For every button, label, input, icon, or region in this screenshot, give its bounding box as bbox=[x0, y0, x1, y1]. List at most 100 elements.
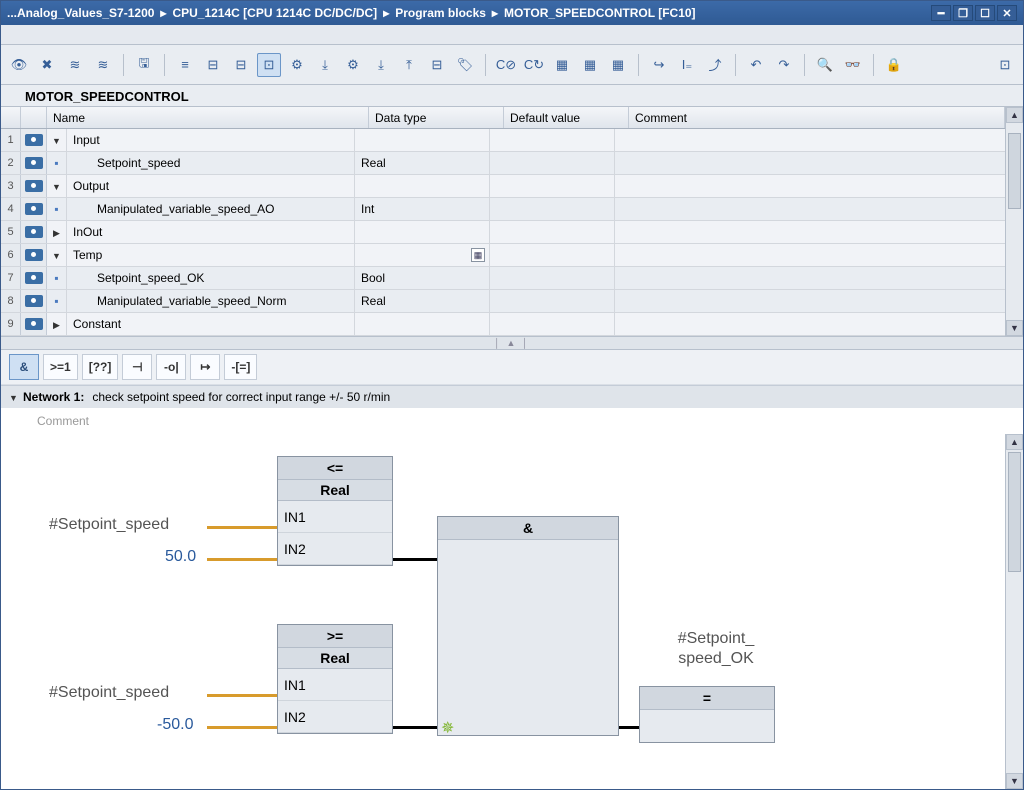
cell-default[interactable] bbox=[490, 313, 615, 335]
cell-name[interactable]: InOut bbox=[67, 221, 355, 243]
dropdown-icon[interactable]: ▦ bbox=[471, 248, 485, 262]
cell-name[interactable]: Manipulated_variable_speed_Norm bbox=[67, 290, 355, 312]
table-row[interactable]: 6Temp▦ bbox=[1, 244, 1005, 267]
cell-type[interactable]: ▦ bbox=[355, 244, 490, 266]
cell-name[interactable]: Manipulated_variable_speed_AO bbox=[67, 198, 355, 220]
cell-type[interactable]: Bool bbox=[355, 267, 490, 289]
cmp-le-block[interactable]: <= Real IN1 IN2 bbox=[277, 456, 393, 566]
tb-icon[interactable]: ▦ bbox=[606, 53, 630, 77]
col-name[interactable]: Name bbox=[47, 107, 369, 128]
tb-icon[interactable]: ↪ bbox=[647, 53, 671, 77]
fbd-op-contact[interactable]: ⊣ bbox=[122, 354, 152, 380]
cell-comment[interactable] bbox=[615, 244, 1005, 266]
cell-comment[interactable] bbox=[615, 267, 1005, 289]
tb-icon[interactable]: ⤓ bbox=[313, 53, 337, 77]
tb-icon[interactable]: ▦ bbox=[550, 53, 574, 77]
expand-icon[interactable] bbox=[47, 221, 67, 243]
fbd-canvas[interactable]: <= Real IN1 IN2 #Setpoint_speed 50.0 >= … bbox=[1, 434, 1005, 789]
splitter[interactable]: │ ▲ │ bbox=[1, 336, 1023, 350]
breadcrumb-4[interactable]: MOTOR_SPEEDCONTROL [FC10] bbox=[504, 6, 696, 20]
expand-icon[interactable] bbox=[47, 175, 67, 197]
table-row[interactable]: 3Output bbox=[1, 175, 1005, 198]
fbd-op-and[interactable]: & bbox=[9, 354, 39, 380]
expand-icon[interactable]: ▪ bbox=[47, 198, 67, 220]
table-row[interactable]: 9Constant bbox=[1, 313, 1005, 336]
network-comment[interactable]: Comment bbox=[1, 408, 1023, 434]
expand-icon[interactable] bbox=[47, 313, 67, 335]
tb-icon[interactable]: ↷ bbox=[772, 53, 796, 77]
tb-icon[interactable]: ⤓ bbox=[369, 53, 393, 77]
signal-n50[interactable]: -50.0 bbox=[157, 716, 193, 734]
tb-icon[interactable]: ⊡ bbox=[993, 53, 1017, 77]
cell-name[interactable]: Setpoint_speed_OK bbox=[67, 267, 355, 289]
scroll-thumb[interactable] bbox=[1008, 452, 1021, 572]
cell-name[interactable]: Constant bbox=[67, 313, 355, 335]
col-comment[interactable]: Comment bbox=[629, 107, 1005, 128]
cell-comment[interactable] bbox=[615, 129, 1005, 151]
tb-icon[interactable]: ⚙ bbox=[341, 53, 365, 77]
tb-icon[interactable]: C⊘ bbox=[494, 53, 518, 77]
cell-default[interactable] bbox=[490, 267, 615, 289]
signal-setpoint[interactable]: #Setpoint_speed bbox=[49, 684, 169, 702]
tb-icon[interactable]: ✖ bbox=[35, 53, 59, 77]
cell-name[interactable]: Output bbox=[67, 175, 355, 197]
close-button[interactable]: ✕ bbox=[997, 5, 1017, 21]
tag-icon[interactable] bbox=[21, 129, 47, 151]
signal-out2[interactable]: speed_OK bbox=[661, 650, 771, 668]
table-row[interactable]: 1Input bbox=[1, 129, 1005, 152]
scroll-down-button[interactable]: ▼ bbox=[1006, 320, 1023, 336]
fbd-op-or[interactable]: >=1 bbox=[43, 354, 78, 380]
cell-default[interactable] bbox=[490, 198, 615, 220]
col-default[interactable]: Default value bbox=[504, 107, 629, 128]
fbd-op-not[interactable]: -o| bbox=[156, 354, 186, 380]
expand-icon[interactable]: ▪ bbox=[47, 267, 67, 289]
cell-name[interactable]: Temp bbox=[67, 244, 355, 266]
minimize-button[interactable]: ━ bbox=[931, 5, 951, 21]
expand-icon[interactable]: ▪ bbox=[47, 152, 67, 174]
tb-icon[interactable]: ⊟ bbox=[229, 53, 253, 77]
fbd-op-empty[interactable]: [??] bbox=[82, 354, 119, 380]
tag-icon[interactable] bbox=[21, 244, 47, 266]
restore-button[interactable]: ❐ bbox=[953, 5, 973, 21]
tb-icon[interactable]: ⊟ bbox=[201, 53, 225, 77]
cell-type[interactable] bbox=[355, 221, 490, 243]
tb-icon[interactable]: 🔒 bbox=[882, 53, 906, 77]
tb-icon[interactable]: ⊟ bbox=[425, 53, 449, 77]
cell-default[interactable] bbox=[490, 244, 615, 266]
scroll-up-button[interactable]: ▲ bbox=[1006, 434, 1023, 450]
cell-comment[interactable] bbox=[615, 221, 1005, 243]
add-input-icon[interactable]: ✵ bbox=[441, 718, 454, 738]
canvas-scrollbar[interactable]: ▲ ▼ bbox=[1005, 434, 1023, 789]
cell-type[interactable]: Real bbox=[355, 290, 490, 312]
cell-name[interactable]: Setpoint_speed bbox=[67, 152, 355, 174]
tb-icon[interactable]: ⤴ bbox=[703, 53, 727, 77]
signal-out1[interactable]: #Setpoint_ bbox=[661, 630, 771, 648]
table-row[interactable]: 8▪Manipulated_variable_speed_NormReal bbox=[1, 290, 1005, 313]
fbd-op-branch[interactable]: ↦ bbox=[190, 354, 220, 380]
tb-icon[interactable]: 🖫 bbox=[132, 53, 156, 77]
tb-icon[interactable]: 🏷 bbox=[453, 53, 477, 77]
cell-default[interactable] bbox=[490, 221, 615, 243]
assign-block[interactable]: = bbox=[639, 686, 775, 743]
grid-scrollbar[interactable]: ▲ ▼ bbox=[1005, 107, 1023, 336]
expand-icon[interactable] bbox=[47, 244, 67, 266]
breadcrumb-1[interactable]: ...Analog_Values_S7-1200 bbox=[7, 6, 154, 20]
breadcrumb-3[interactable]: Program blocks bbox=[395, 6, 486, 20]
maximize-button[interactable]: ☐ bbox=[975, 5, 995, 21]
cell-type[interactable]: Int bbox=[355, 198, 490, 220]
tb-icon[interactable]: ≋ bbox=[63, 53, 87, 77]
scroll-down-button[interactable]: ▼ bbox=[1006, 773, 1023, 789]
tb-icon[interactable]: ⚙ bbox=[285, 53, 309, 77]
tb-icon[interactable]: 👓 bbox=[841, 53, 865, 77]
scroll-thumb[interactable] bbox=[1008, 133, 1021, 209]
tb-icon[interactable]: ▦ bbox=[578, 53, 602, 77]
tb-icon[interactable]: 👁 bbox=[7, 53, 31, 77]
table-row[interactable]: 7▪Setpoint_speed_OKBool bbox=[1, 267, 1005, 290]
tb-icon[interactable]: ≋ bbox=[91, 53, 115, 77]
tag-icon[interactable] bbox=[21, 198, 47, 220]
cell-default[interactable] bbox=[490, 129, 615, 151]
tb-icon[interactable]: ≡ bbox=[173, 53, 197, 77]
tb-icon[interactable]: ⊡ bbox=[257, 53, 281, 77]
signal-50[interactable]: 50.0 bbox=[165, 548, 196, 566]
cell-type[interactable] bbox=[355, 313, 490, 335]
